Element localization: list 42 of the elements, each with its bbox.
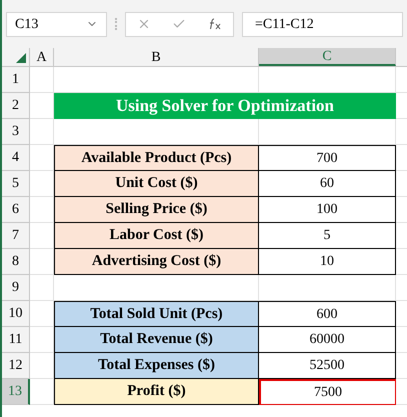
row-header[interactable]: 11 — [2, 327, 30, 353]
table-cell: Available Product (Pcs) — [54, 145, 259, 171]
table-cell: Total Expenses ($) — [54, 353, 259, 379]
table-cell: Selling Price ($) — [54, 197, 259, 223]
table-cell: 700 — [259, 145, 396, 171]
empty-cell — [30, 67, 54, 93]
row-header[interactable]: 5 — [2, 171, 30, 197]
row-header[interactable]: 7 — [2, 223, 30, 249]
table-cell: 7500 — [259, 379, 396, 405]
row-header[interactable]: 2 — [2, 93, 30, 119]
table-cell: Total Revenue ($) — [54, 327, 259, 353]
table-cell: 600 — [259, 301, 396, 327]
table-cell: Profit ($) — [54, 379, 259, 405]
formula-bar[interactable]: =C11-C12 — [242, 12, 403, 36]
table-cell: 100 — [259, 197, 396, 223]
title-banner: Using Solver for Optimization — [54, 93, 396, 119]
table-cell: 52500 — [259, 353, 396, 379]
table-cell: 10 — [259, 249, 396, 275]
row-header[interactable]: 3 — [2, 119, 30, 145]
row-header[interactable]: 13 — [2, 379, 30, 405]
table-cell: Labor Cost ($) — [54, 223, 259, 249]
name-box[interactable]: C13 — [6, 12, 107, 36]
row-header[interactable]: 12 — [2, 353, 30, 379]
table-cell: Total Sold Unit (Pcs) — [54, 301, 259, 327]
table-cell: 60000 — [259, 327, 396, 353]
table-cell: Unit Cost ($) — [54, 171, 259, 197]
row-header[interactable]: 6 — [2, 197, 30, 223]
empty-cell — [30, 119, 54, 145]
row-header[interactable]: 10 — [2, 301, 30, 327]
select-all-icon[interactable] — [16, 53, 26, 63]
row-header[interactable]: 1 — [2, 67, 30, 93]
drag-handle-icon — [115, 18, 117, 30]
column-header[interactable]: C — [259, 48, 396, 66]
function-icon[interactable] — [208, 18, 222, 30]
empty-cell — [30, 275, 54, 301]
table-cell: 60 — [259, 171, 396, 197]
row-header[interactable]: 4 — [2, 145, 30, 171]
table-cell: 5 — [259, 223, 396, 249]
column-header[interactable]: A — [30, 48, 54, 66]
row-header[interactable]: 8 — [2, 249, 30, 275]
row-header[interactable]: 9 — [2, 275, 30, 301]
table-cell: Advertising Cost ($) — [54, 249, 259, 275]
